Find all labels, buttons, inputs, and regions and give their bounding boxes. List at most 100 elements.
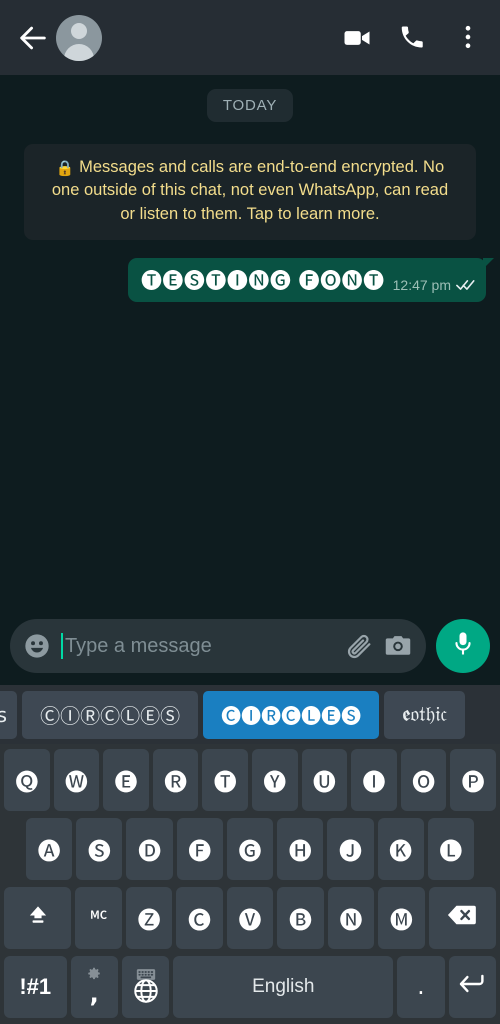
key-o[interactable]: 🅞 [400,749,447,811]
key-c-label: 🅒 [188,908,212,934]
paperclip-icon[interactable] [346,632,374,660]
back-arrow-icon[interactable] [16,21,50,55]
key-symbols-label: !#1 [19,974,52,999]
key-f[interactable]: 🅕 [176,818,223,880]
video-call-icon[interactable] [342,23,372,53]
gear-icon [87,961,102,987]
key-b[interactable]: 🅑 [277,887,324,949]
font-chip-gothic-3[interactable]: 𝖊𝔬𝔱𝔥𝔦𝔠 [384,690,466,739]
key-y-label: 🅨 [263,770,287,796]
key-u-label: 🅤 [312,770,336,796]
key-v[interactable]: 🅥 [226,887,274,949]
key-r[interactable]: 🅡 [152,749,199,811]
key-a[interactable]: 🅐 [26,818,73,880]
key-l-label: 🅛 [439,839,463,865]
encryption-notice-text: Messages and calls are end-to-end encryp… [51,158,449,223]
onscreen-keyboard: 🅠 🅦 🅔 🅡 🅣 🅨 🅤 🅘 🅞 🅟 🅐 🅢 🅓 🅕 🅖 🅗 🅙 🅚 🅛 🅪 🅩 🅒 🅥 🅑 🅝 🅜 !#1, English. [0,744,500,1024]
key-m[interactable]: 🅜 [378,887,425,949]
double-check-icon [456,278,476,292]
message-row: 🅣🅔🅢🅣🅘🅝🅖 🅕🅞🅝🅣 12:47 pm [14,258,495,303]
key-spacebar-label: English [252,976,315,997]
key-l[interactable]: 🅛 [427,818,474,880]
key-d[interactable]: 🅓 [126,818,173,880]
lock-icon: 🔒 [55,160,75,177]
key-enter[interactable] [448,956,497,1018]
message-input-bar: Type a message [0,611,500,685]
key-language-globe[interactable] [121,956,170,1018]
caps-lock-icon [25,902,51,934]
key-i-label: 🅘 [362,770,386,796]
key-period[interactable]: . [397,956,445,1018]
message-meta: 12:47 pm [393,277,476,295]
message-input-container[interactable]: Type a message [10,619,426,673]
key-n[interactable]: 🅝 [327,887,375,949]
key-h-label: 🅗 [288,839,312,865]
key-period-label: . [417,974,425,1000]
font-suggestion-strip: nsⒸⒾⓇⒸⓁⒺⓈ🅒🅘🅡🅒🅛🅔🅢𝖊𝔬𝔱𝔥𝔦𝔠 [0,685,500,744]
key-b-label: 🅑 [288,908,312,934]
key-t-label: 🅣 [213,770,237,796]
key-k[interactable]: 🅚 [377,818,424,880]
key-d-label: 🅓 [138,839,162,865]
key-z-label: 🅪 [90,908,107,934]
key-o-label: 🅞 [412,770,436,796]
enter-icon [457,971,487,1003]
keyboard-row4: !#1, English. [2,956,498,1018]
key-y[interactable]: 🅨 [252,749,298,811]
key-z[interactable]: 🅪 [75,887,122,949]
key-g-label: 🅖 [238,839,262,865]
key-v-label: 🅥 [238,908,262,934]
key-comma[interactable]: , [70,956,118,1018]
message-timestamp: 12:47 pm [392,277,451,294]
backspace-icon [447,903,477,933]
key-a-label: 🅐 [37,839,61,865]
voice-record-button[interactable] [436,619,490,673]
whatsapp-chat-screen: TODAY 🔒 Messages and calls are end-to-en… [0,0,500,1024]
key-j-label: 🅙 [338,839,362,865]
key-u[interactable]: 🅤 [301,749,348,811]
key-s[interactable]: 🅢 [76,818,123,880]
encryption-notice[interactable]: 🔒 Messages and calls are end-to-end encr… [24,144,476,241]
search-field-wrap[interactable]: Type a message [61,633,336,659]
key-h[interactable]: 🅗 [277,818,324,880]
message-text: 🅣🅔🅢🅣🅘🅝🅖 🅕🅞🅝🅣 [140,269,385,294]
key-n-label: 🅝 [339,908,363,934]
key-x-label: 🅩 [137,908,161,934]
text-cursor [61,633,63,659]
key-g[interactable]: 🅖 [226,818,274,880]
key-q[interactable]: 🅠 [4,749,50,811]
keyboard-row2: 🅐 🅢 🅓 🅕 🅖 🅗 🅙 🅚 🅛 [2,818,498,880]
microphone-icon [449,630,477,663]
camera-icon[interactable] [384,632,412,660]
key-symbols[interactable]: !#1 [4,956,67,1018]
key-spacebar[interactable]: English [173,956,394,1018]
key-shift[interactable] [3,887,72,949]
key-j[interactable]: 🅙 [327,818,374,880]
key-f-label: 🅕 [188,839,212,865]
font-chip-ns-0[interactable]: ns [0,690,18,739]
key-p[interactable]: 🅟 [450,749,496,811]
outgoing-message-bubble[interactable]: 🅣🅔🅢🅣🅘🅝🅖 🅕🅞🅝🅣 12:47 pm [127,258,495,303]
key-c[interactable]: 🅒 [176,887,223,949]
key-s-label: 🅢 [87,839,111,865]
key-t[interactable]: 🅣 [202,749,248,811]
key-k-label: 🅚 [389,839,413,865]
more-options-icon[interactable] [454,23,484,53]
key-x[interactable]: 🅩 [125,887,173,949]
phone-call-icon[interactable] [398,23,428,53]
emoji-icon[interactable] [23,632,51,660]
key-backspace[interactable] [428,887,497,949]
font-chip-circles-1[interactable]: ⒸⒾⓇⒸⓁⒺⓈ [22,690,199,739]
font-chip-circles-2[interactable]: 🅒🅘🅡🅒🅛🅔🅢 [203,690,380,739]
key-i[interactable]: 🅘 [351,749,397,811]
chat-header [0,0,500,75]
key-e-label: 🅔 [114,770,138,796]
message-input-placeholder: Type a message [65,634,212,657]
key-e[interactable]: 🅔 [103,749,149,811]
keyboard-row1: 🅠 🅦 🅔 🅡 🅣 🅨 🅤 🅘 🅞 🅟 [2,749,498,811]
key-m-label: 🅜 [389,908,413,934]
key-q-label: 🅠 [15,770,39,796]
avatar[interactable] [56,14,102,61]
keyboard-row3: 🅪 🅩 🅒 🅥 🅑 🅝 🅜 [2,887,498,949]
key-w[interactable]: 🅦 [53,749,100,811]
